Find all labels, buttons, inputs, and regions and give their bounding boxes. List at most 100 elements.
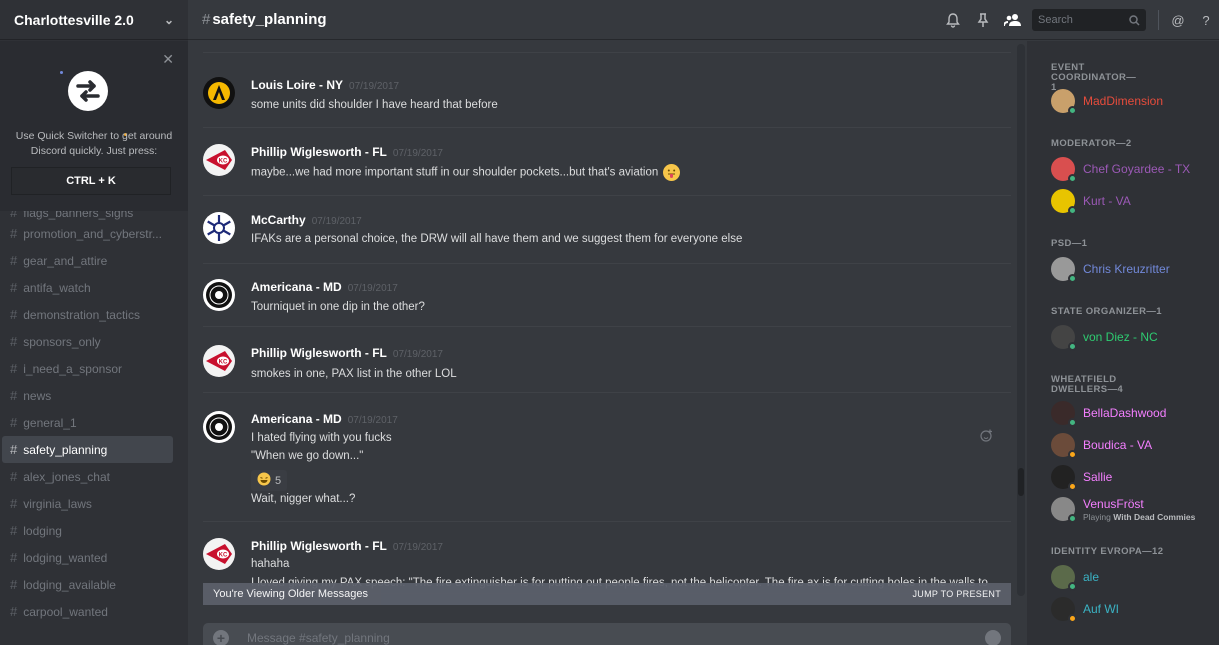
avatar: [1051, 89, 1077, 115]
message-author[interactable]: Louis Loire - NY: [251, 78, 343, 92]
member-item[interactable]: ale: [1051, 561, 1099, 593]
reaction-chip[interactable]: 5: [251, 470, 288, 491]
avatar[interactable]: [203, 411, 235, 443]
channel-label: promotion_and_cyberstr...: [23, 226, 162, 241]
member-item[interactable]: von Diez - NC: [1051, 321, 1158, 353]
members-icon[interactable]: [998, 0, 1028, 40]
member-item[interactable]: Kurt - VA: [1051, 185, 1131, 217]
pin-icon[interactable]: [968, 0, 998, 40]
close-icon[interactable]: ✕: [162, 51, 174, 68]
message-header: Phillip Wiglesworth - FL 07/19/2017: [251, 539, 443, 553]
message-timestamp: 07/19/2017: [392, 542, 443, 553]
channel-item[interactable]: # alex_jones_chat: [0, 463, 173, 490]
status-indicator: [1068, 482, 1077, 491]
status-indicator: [1068, 614, 1077, 623]
message-group: McCarthy 07/19/2017 IFAKs are a personal c…: [203, 208, 1011, 264]
message-header: McCarthy 07/19/2017: [251, 213, 362, 227]
search-input[interactable]: Search: [1032, 9, 1146, 31]
role-header: PSD—1: [1051, 238, 1088, 249]
member-item[interactable]: Chris Kreuzritter: [1051, 253, 1170, 285]
message-text-content: hahaha: [251, 558, 290, 570]
avatar: [1051, 433, 1077, 459]
member-item[interactable]: Chef Goyardee - TX: [1051, 153, 1190, 185]
message-group: Yeah, we carried them in our shoulder po…: [203, 41, 1011, 53]
member-name-block: von Diez - NC: [1083, 330, 1158, 344]
member-item[interactable]: Sallie: [1051, 461, 1112, 493]
channel-label: gear_and_attire: [23, 253, 108, 268]
chevron-down-icon[interactable]: ⌄: [164, 13, 174, 27]
member-item[interactable]: BellaDashwood: [1051, 397, 1166, 429]
server-header[interactable]: Charlottesville 2.0 ⌄: [0, 0, 188, 40]
message-text: hahaha: [251, 558, 289, 570]
channel-item[interactable]: # lodging_available: [0, 571, 173, 598]
message-author[interactable]: Phillip Wiglesworth - FL: [251, 346, 387, 360]
search-placeholder: Search: [1038, 14, 1073, 26]
message-input[interactable]: Message #safety_planning: [247, 631, 390, 645]
activity-game: With Dead Commies: [1113, 511, 1196, 522]
help-icon[interactable]: ?: [1193, 0, 1219, 40]
quick-switcher-shortcut[interactable]: CTRL + K: [11, 167, 171, 195]
channel-item[interactable]: # demonstration_tactics: [0, 301, 173, 328]
message-text: I hated flying with you fucks: [251, 432, 392, 444]
scrollbar-track[interactable]: [1017, 44, 1025, 596]
member-item[interactable]: Boudica - VA: [1051, 429, 1152, 461]
status-indicator: [1068, 206, 1077, 215]
status-indicator: [1068, 174, 1077, 183]
quick-switcher-text: Use Quick Switcher to get around Discord…: [15, 130, 173, 157]
message-author[interactable]: Phillip Wiglesworth - FL: [251, 539, 387, 553]
channel-item[interactable]: # i_need_a_sponsor: [0, 355, 173, 382]
avatar[interactable]: [203, 77, 235, 109]
scrollbar-thumb[interactable]: [1018, 468, 1024, 496]
channel-label: safety_planning: [23, 442, 108, 457]
member-activity: Playing With Dead Commies: [1083, 512, 1195, 522]
channel-title: # safety_planning: [202, 11, 327, 28]
message-group: Louis Loire - NY 07/19/2017 some units did…: [203, 73, 1011, 128]
mention-icon[interactable]: @: [1163, 0, 1193, 40]
channel-item[interactable]: # carpool_wanted: [0, 598, 173, 625]
avatar[interactable]: [203, 212, 235, 244]
channel-item[interactable]: # virginia_laws: [0, 490, 173, 517]
laughing-emoji-icon: [257, 472, 271, 489]
avatar[interactable]: KC: [203, 144, 235, 176]
message-group: Americana - MD 07/19/2017 I hated flying w…: [203, 407, 1011, 522]
channel-item[interactable]: # antifa_watch: [0, 274, 173, 301]
hash-icon: #: [10, 550, 18, 565]
message-text: Wait, nigger what...?: [251, 493, 356, 505]
emoji-picker-icon[interactable]: [985, 630, 1001, 645]
channel-item[interactable]: # promotion_and_cyberstr...: [0, 220, 173, 247]
channel-item[interactable]: # gear_and_attire: [0, 247, 173, 274]
message-author[interactable]: Phillip Wiglesworth - FL: [251, 145, 387, 159]
channel-item[interactable]: # lodging: [0, 517, 173, 544]
svg-text:KC: KC: [219, 360, 228, 366]
message-timestamp: 07/19/2017: [347, 415, 398, 426]
message-author[interactable]: McCarthy: [251, 213, 306, 227]
hash-icon: #: [10, 388, 18, 403]
channel-item[interactable]: # news: [0, 382, 173, 409]
hash-icon: #: [202, 11, 211, 28]
activity-prefix: Playing: [1083, 511, 1111, 522]
member-name: Auf WI: [1083, 602, 1120, 616]
jump-to-present-button[interactable]: JUMP TO PRESENT: [912, 589, 1001, 599]
avatar: [1051, 257, 1077, 283]
channel-label: lodging: [23, 523, 62, 538]
hash-icon: #: [10, 226, 18, 241]
avatar[interactable]: KC: [203, 538, 235, 570]
channel-item[interactable]: # lodging_wanted: [0, 544, 173, 571]
member-item[interactable]: Auf WI: [1051, 593, 1119, 625]
channel-item[interactable]: # sponsors_only: [0, 328, 173, 355]
member-item[interactable]: MadDimension: [1051, 85, 1163, 117]
add-reaction-icon[interactable]: [980, 429, 993, 447]
message-author[interactable]: Americana - MD: [251, 412, 342, 426]
message-author[interactable]: Americana - MD: [251, 280, 342, 294]
avatar[interactable]: [203, 279, 235, 311]
member-name: Sallie: [1083, 470, 1113, 484]
bell-icon[interactable]: [938, 0, 968, 40]
member-item[interactable]: VenusFröst Playing With Dead Commies: [1051, 493, 1195, 525]
avatar[interactable]: KC: [203, 345, 235, 377]
header-divider: [1158, 10, 1159, 30]
channel-item[interactable]: # general_1: [0, 409, 173, 436]
upload-plus-icon[interactable]: +: [213, 630, 229, 645]
channel-item[interactable]: # safety_planning: [2, 436, 173, 463]
hash-icon: #: [10, 523, 18, 538]
message-composer[interactable]: + Message #safety_planning: [203, 623, 1011, 645]
